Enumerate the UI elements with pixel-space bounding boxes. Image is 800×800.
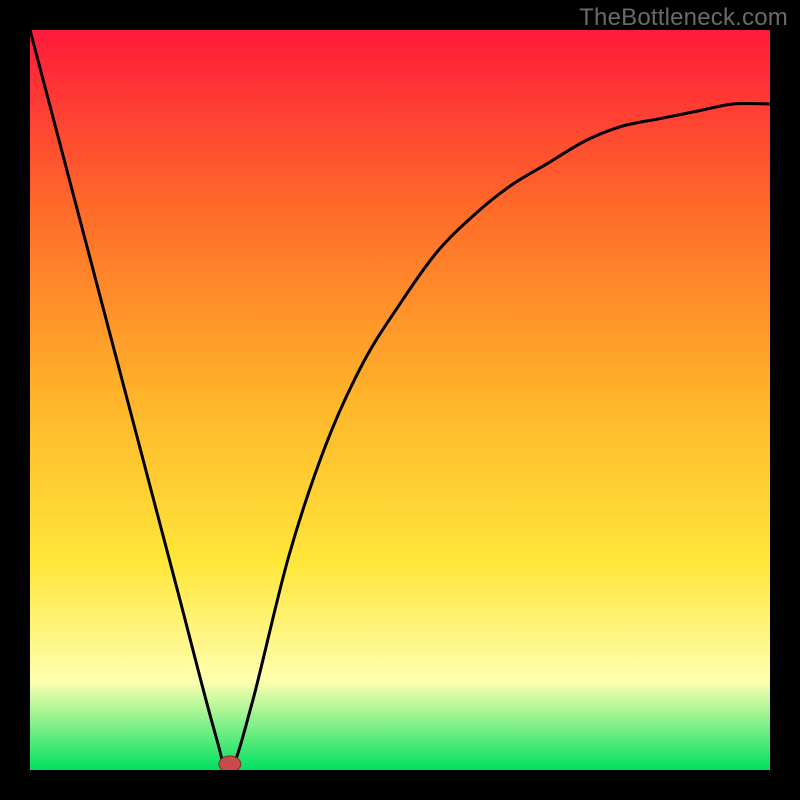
gradient-background	[30, 30, 770, 770]
chart-svg	[30, 30, 770, 770]
attribution-text: TheBottleneck.com	[579, 4, 788, 32]
chart-frame	[30, 30, 770, 770]
minimum-marker	[219, 756, 241, 770]
